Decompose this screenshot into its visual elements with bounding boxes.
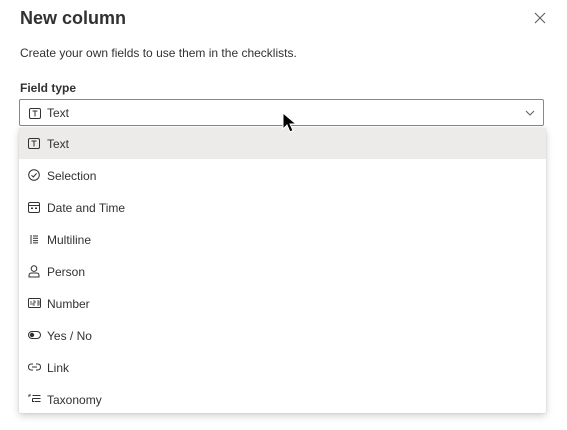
field-type-selected-value: Text bbox=[47, 106, 70, 120]
option-number[interactable]: Number bbox=[19, 288, 546, 319]
option-taxonomy[interactable]: Taxonomy bbox=[19, 384, 546, 415]
option-selection[interactable]: Selection bbox=[19, 160, 546, 191]
option-multiline[interactable]: Multiline bbox=[19, 224, 546, 255]
option-person[interactable]: Person bbox=[19, 256, 546, 287]
option-label: Yes / No bbox=[47, 329, 92, 343]
text-icon bbox=[28, 106, 42, 120]
toggle-icon bbox=[27, 328, 41, 342]
chevron-down-icon bbox=[524, 107, 536, 119]
option-label: Number bbox=[47, 297, 90, 311]
option-label: Person bbox=[47, 265, 86, 279]
option-yes-no[interactable]: Yes / No bbox=[19, 320, 546, 351]
multiline-icon bbox=[27, 232, 41, 246]
option-label: Text bbox=[47, 137, 70, 151]
panel-title: New column bbox=[20, 8, 127, 28]
option-label: Link bbox=[47, 361, 70, 375]
option-label: Multiline bbox=[47, 233, 92, 247]
field-type-options-list: Text Selection Date and Time Multiline P… bbox=[19, 128, 546, 413]
close-button[interactable] bbox=[530, 8, 550, 28]
calendar-icon bbox=[27, 200, 41, 214]
option-label: Selection bbox=[47, 169, 97, 183]
option-label: Taxonomy bbox=[47, 393, 102, 407]
link-icon bbox=[27, 360, 41, 374]
person-icon bbox=[27, 264, 41, 278]
check-circle-icon bbox=[27, 168, 41, 182]
new-column-panel: New column Create your own fields to use… bbox=[0, 0, 567, 430]
taxonomy-icon bbox=[27, 392, 41, 406]
option-link[interactable]: Link bbox=[19, 352, 546, 383]
text-icon bbox=[27, 136, 41, 150]
option-label: Date and Time bbox=[47, 201, 126, 215]
option-date-and-time[interactable]: Date and Time bbox=[19, 192, 546, 223]
field-type-label: Field type bbox=[20, 81, 77, 95]
mouse-pointer-icon bbox=[282, 112, 298, 134]
number-icon bbox=[27, 296, 41, 310]
close-icon bbox=[534, 12, 546, 24]
panel-subtitle: Create your own fields to use them in th… bbox=[20, 46, 297, 60]
